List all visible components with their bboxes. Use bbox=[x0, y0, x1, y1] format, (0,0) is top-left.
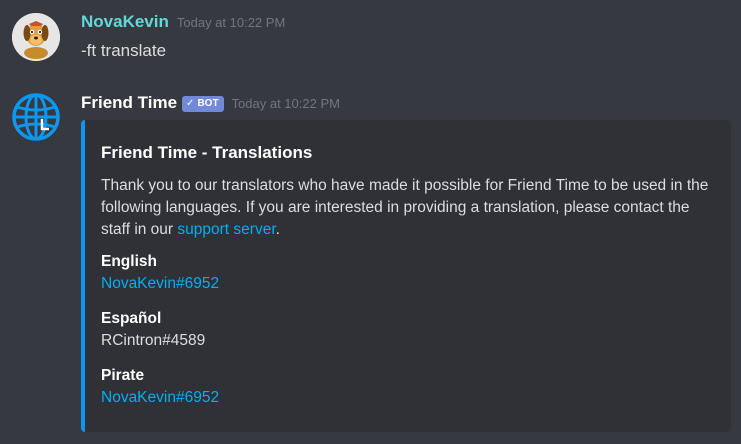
bot-tag-label: BOT bbox=[197, 98, 219, 109]
chat-messages: NovaKevin Today at 10:22 PM -ft translat… bbox=[0, 0, 741, 444]
username-novakevin[interactable]: NovaKevin bbox=[81, 12, 169, 32]
message-header: Friend Time ✓ BOT Today at 10:22 PM bbox=[81, 93, 340, 114]
support-server-link[interactable]: support server bbox=[177, 221, 275, 238]
embed-field-pirate: Pirate NovaKevin#6952 bbox=[101, 365, 715, 409]
field-name: English bbox=[101, 253, 157, 270]
translator-link[interactable]: NovaKevin#6952 bbox=[101, 387, 715, 409]
field-name: Español bbox=[101, 310, 162, 327]
bot-tag: ✓ BOT bbox=[182, 95, 224, 112]
verified-check-icon: ✓ bbox=[186, 98, 195, 109]
field-name: Pirate bbox=[101, 367, 145, 384]
message-content: -ft translate bbox=[81, 41, 167, 60]
username-friend-time[interactable]: Friend Time bbox=[81, 93, 177, 113]
embed-description: Thank you to our translators who have ma… bbox=[101, 175, 715, 241]
dog-avatar-icon[interactable] bbox=[12, 13, 60, 61]
translator-name: RCintron#4589 bbox=[101, 332, 206, 349]
embed: Friend Time - Translations Thank you to … bbox=[81, 120, 731, 432]
message-timestamp[interactable]: Today at 10:22 PM bbox=[232, 96, 340, 111]
message-timestamp[interactable]: Today at 10:22 PM bbox=[177, 15, 285, 30]
message-header: NovaKevin Today at 10:22 PM bbox=[81, 12, 285, 32]
translator-link[interactable]: NovaKevin#6952 bbox=[101, 273, 715, 295]
embed-description-end: . bbox=[275, 221, 280, 238]
embed-field-english: English NovaKevin#6952 bbox=[101, 251, 715, 295]
embed-field-espanol: Español RCintron#4589 bbox=[101, 308, 715, 352]
embed-title: Friend Time - Translations bbox=[101, 143, 313, 162]
embed-body: Friend Time - Translations Thank you to … bbox=[101, 142, 715, 422]
globe-clock-icon[interactable] bbox=[12, 93, 60, 141]
